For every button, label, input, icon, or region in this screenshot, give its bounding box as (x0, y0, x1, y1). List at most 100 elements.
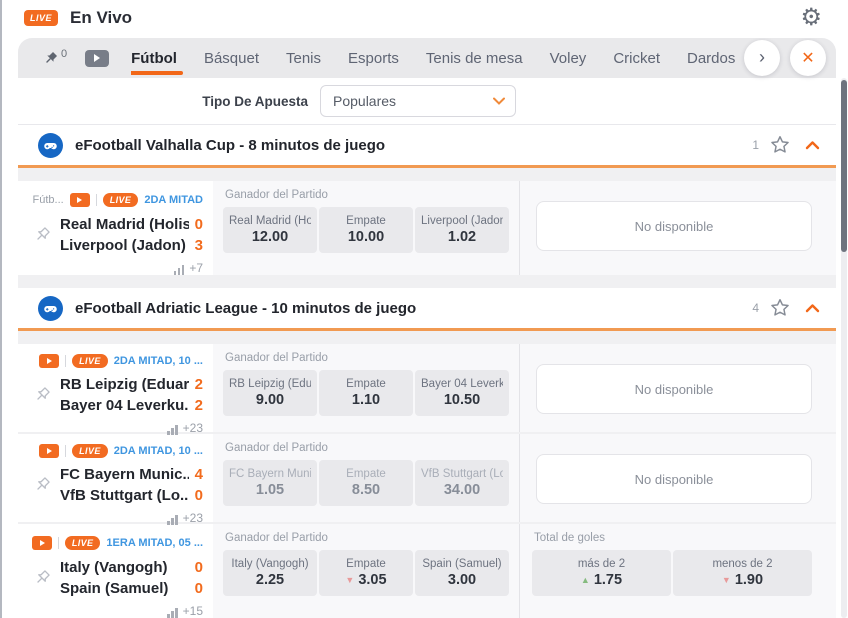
home-team: Italy (Vangogh) (60, 559, 189, 576)
live-badge: LIVE (24, 10, 58, 26)
collapse-chevron-up-icon[interactable] (805, 303, 820, 313)
more-markets[interactable]: +7 (32, 261, 203, 275)
league-section: eFootball Adriatic League - 10 minutos d… (18, 288, 836, 618)
scrollbar-thumb[interactable] (841, 80, 847, 252)
trend-down-icon (345, 576, 354, 585)
gear-icon[interactable]: ⚙ (800, 6, 822, 30)
close-button[interactable]: ✕ (790, 40, 826, 76)
match-teams-link[interactable]: FC Bayern Munic...4 VfB Stuttgart (Lo...… (32, 464, 203, 506)
league-header[interactable]: eFootball Valhalla Cup - 8 minutos de ju… (18, 125, 836, 168)
topbar: LIVE En Vivo ⚙ (0, 0, 848, 30)
favorite-star-icon[interactable] (769, 134, 791, 156)
match-status: LIVE 2DA MITAD, 10 ... (32, 444, 203, 458)
pin-icon[interactable] (32, 385, 52, 405)
league-match-count: 1 (752, 138, 759, 152)
odd-away-button[interactable]: Spain (Samuel)3.00 (415, 550, 509, 596)
league-header[interactable]: eFootball Adriatic League - 10 minutos d… (18, 288, 836, 331)
team-lines: Italy (Vangogh)0 Spain (Samuel)0 (60, 557, 203, 599)
unavailable-box: No disponible (536, 201, 812, 251)
match-period: 2DA MITAD, 10 ... (114, 355, 203, 367)
market-total-goals: Total de goles más de 21.75 menos de 21.… (519, 524, 836, 618)
odd-draw-button[interactable]: Empate3.05 (319, 550, 413, 596)
match-period: 1ERA MITAD, 05 ... (106, 537, 203, 549)
odd-home-button[interactable]: FC Bayern Munic...1.05 (223, 460, 317, 506)
odd-away-button[interactable]: VfB Stuttgart (Log...34.00 (415, 460, 509, 506)
live-badge: LIVE (103, 193, 139, 207)
live-badge: LIVE (65, 536, 101, 550)
esports-gamepad-icon (38, 296, 63, 321)
market-title: Ganador del Partido (223, 440, 509, 460)
match-teams-link[interactable]: Real Madrid (Holis)0 Liverpool (Jadon)3 (32, 214, 203, 256)
play-icon (94, 54, 100, 62)
odd-away-button[interactable]: Bayer 04 Leverku...10.50 (415, 370, 509, 416)
market-winner: Ganador del Partido Italy (Vangogh)2.25 … (213, 524, 519, 618)
odd-over-button[interactable]: más de 21.75 (532, 550, 671, 596)
league-section: eFootball Valhalla Cup - 8 minutos de ju… (18, 125, 836, 288)
away-score: 2 (189, 397, 203, 414)
tab-futbol[interactable]: Fútbol (131, 40, 177, 77)
away-team: Bayer 04 Leverku... (60, 397, 189, 414)
tab-voley[interactable]: Voley (550, 40, 587, 77)
tab-esports[interactable]: Esports (348, 40, 399, 77)
league-title: eFootball Adriatic League - 10 minutos d… (75, 300, 752, 317)
home-team: FC Bayern Munic... (60, 466, 189, 483)
odd-under-button[interactable]: menos de 21.90 (673, 550, 812, 596)
odd-away-button[interactable]: Liverpool (Jadon)1.02 (415, 207, 509, 253)
match-markets: Ganador del Partido FC Bayern Munic...1.… (213, 434, 836, 522)
more-markets-count: +7 (189, 261, 203, 275)
section-gap (18, 168, 836, 181)
market-secondary: No disponible (519, 434, 836, 522)
pin-icon[interactable] (32, 475, 52, 495)
home-score: 0 (189, 559, 203, 576)
stream-play-icon (39, 444, 59, 458)
odd-draw-button[interactable]: Empate10.00 (319, 207, 413, 253)
divider (96, 194, 97, 206)
divider (58, 537, 59, 549)
match-teams-link[interactable]: Italy (Vangogh)0 Spain (Samuel)0 (32, 557, 203, 599)
more-markets[interactable]: +23 (32, 511, 203, 525)
league-title: eFootball Valhalla Cup - 8 minutos de ju… (75, 137, 752, 154)
sport-tabs: Fútbol Básquet Tenis Esports Tenis de me… (131, 40, 740, 77)
home-team: RB Leipzig (Eduar... (60, 376, 189, 393)
streams-filter-button[interactable] (85, 50, 109, 67)
markets-bars-icon (174, 265, 185, 275)
home-score: 2 (189, 376, 203, 393)
tab-basquet[interactable]: Básquet (204, 40, 259, 77)
tab-dardos[interactable]: Dardos (687, 40, 735, 77)
live-betting-page: LIVE En Vivo ⚙ 0 Fútbol Básquet Tenis Es… (0, 0, 848, 618)
tab-cricket[interactable]: Cricket (613, 40, 660, 77)
favorite-star-icon[interactable] (769, 297, 791, 319)
bet-type-select[interactable]: Populares (320, 85, 516, 117)
divider (65, 355, 66, 367)
bet-type-label: Tipo De Apuesta (18, 94, 308, 109)
odd-draw-button[interactable]: Empate1.10 (319, 370, 413, 416)
more-markets[interactable]: +15 (32, 604, 203, 618)
match-period: 2DA MITAD (144, 194, 203, 206)
pin-icon[interactable] (32, 568, 52, 588)
stream-play-icon (70, 193, 90, 207)
trend-down-icon (722, 576, 731, 585)
bet-type-selected: Populares (333, 93, 493, 109)
collapse-chevron-up-icon[interactable] (805, 140, 820, 150)
match-teams-link[interactable]: RB Leipzig (Eduar...2 Bayer 04 Leverku..… (32, 374, 203, 416)
match-row: LIVE 2DA MITAD, 10 ... FC Bayern Munic..… (18, 434, 836, 522)
scroll-tabs-right-button[interactable]: › (744, 40, 780, 76)
tab-tenis[interactable]: Tenis (286, 40, 321, 77)
tab-tenis-de-mesa[interactable]: Tenis de mesa (426, 40, 523, 77)
odd-home-button[interactable]: Real Madrid (Holis)12.00 (223, 207, 317, 253)
sport-name: Fútb... (33, 194, 64, 206)
market-title: Ganador del Partido (223, 187, 509, 207)
more-markets[interactable]: +23 (32, 421, 203, 435)
odd-home-button[interactable]: Italy (Vangogh)2.25 (223, 550, 317, 596)
match-info: LIVE 1ERA MITAD, 05 ... Italy (Vangogh)0… (18, 524, 213, 618)
odd-home-button[interactable]: RB Leipzig (Eduar...9.00 (223, 370, 317, 416)
chevron-right-icon: › (759, 47, 765, 68)
markets-bars-icon (167, 608, 178, 618)
home-team: Real Madrid (Holis) (60, 216, 189, 233)
pin-icon[interactable] (32, 225, 52, 245)
away-team: VfB Stuttgart (Lo... (60, 487, 189, 504)
league-match-count: 4 (752, 301, 759, 315)
match-markets: Ganador del Partido Real Madrid (Holis)1… (213, 181, 836, 275)
pinned-events-button[interactable]: 0 (42, 50, 67, 67)
odd-draw-button[interactable]: Empate8.50 (319, 460, 413, 506)
